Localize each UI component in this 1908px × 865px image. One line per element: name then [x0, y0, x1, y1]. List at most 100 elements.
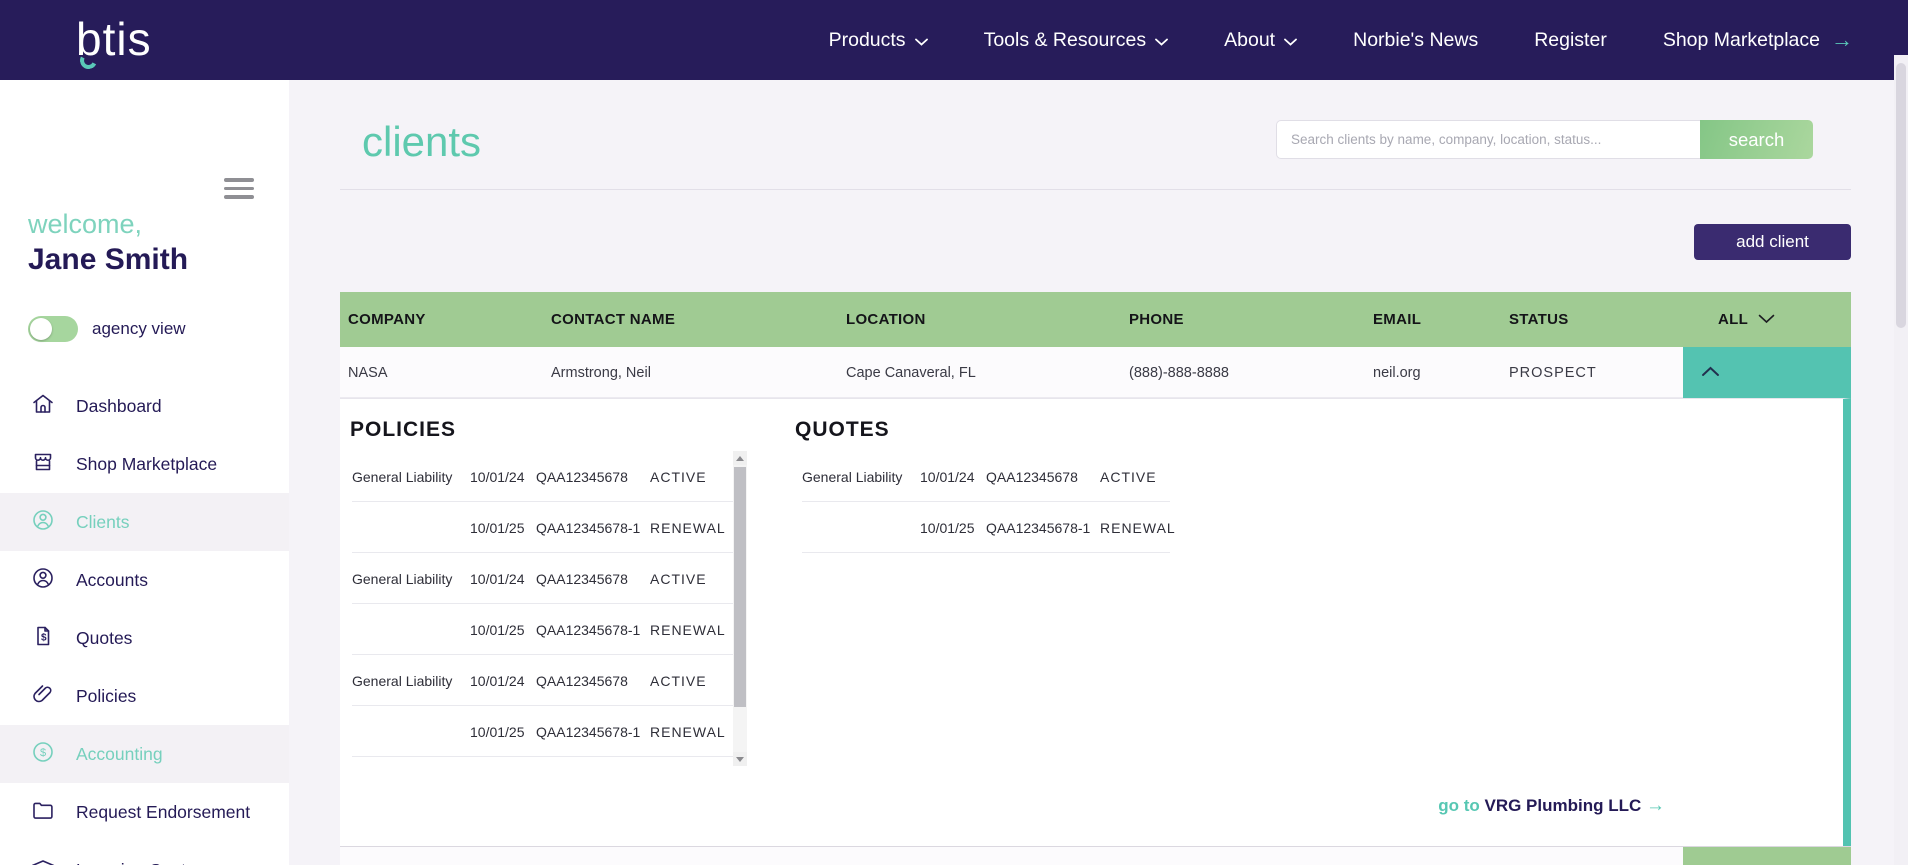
app-window: btis Products Tools & Resources About — [0, 0, 1908, 865]
quote-document-icon: $ — [30, 623, 56, 654]
scroll-up-arrow[interactable] — [733, 451, 747, 465]
user-name: Jane Smith — [28, 242, 188, 278]
col-header-location: LOCATION — [846, 292, 926, 347]
paperclip-icon — [30, 681, 56, 712]
policy-status: RENEWAL — [650, 706, 726, 757]
chevron-down-icon — [1155, 35, 1168, 46]
email-cell: neil.org — [1373, 347, 1421, 398]
home-icon — [30, 391, 56, 422]
col-header-company: COMPANY — [348, 292, 426, 347]
chevron-down-icon — [915, 35, 928, 46]
table-header-row: COMPANY CONTACT NAME LOCATION PHONE EMAI… — [340, 292, 1851, 347]
nav-item-products[interactable]: Products — [829, 29, 928, 52]
sidebar-item-request-endorsement[interactable]: Request Endorsement — [0, 783, 289, 841]
company-link[interactable]: NASA — [348, 847, 388, 865]
col-header-phone: PHONE — [1129, 292, 1184, 347]
welcome-text: welcome, — [28, 208, 188, 240]
company-link[interactable]: NASA — [348, 347, 388, 398]
nav-item-register[interactable]: Register — [1534, 29, 1607, 52]
policy-row: 10/01/25 QAA12345678-1 RENEWAL — [352, 706, 733, 757]
chevron-down-icon — [1758, 311, 1775, 328]
col-header-status: STATUS — [1509, 292, 1569, 347]
client-detail-panel: POLICIES General Liability 10/01/24 QAA1… — [340, 398, 1851, 846]
sidebar: welcome, Jane Smith agency view Dashboar… — [0, 80, 289, 865]
table-row: NASA Armstrong, Neil Cape Canaveral, FL … — [340, 347, 1851, 398]
sidebar-item-accounting[interactable]: $ Accounting — [0, 725, 289, 783]
hamburger-menu-icon[interactable] — [224, 178, 254, 204]
agency-view-toggle[interactable] — [28, 316, 78, 342]
expand-row-button[interactable] — [1683, 847, 1851, 865]
dollar-circle-icon: $ — [30, 739, 56, 770]
policies-scrollbar[interactable] — [733, 451, 747, 766]
quotes-section-title: QUOTES — [795, 418, 890, 442]
arrow-right-icon: → — [1646, 795, 1665, 816]
chevron-up-icon — [1701, 364, 1720, 382]
location-cell: Cape Canaveral, FL — [846, 347, 976, 398]
agency-view-row: agency view — [28, 316, 186, 342]
policies-section-title: POLICIES — [350, 418, 456, 442]
search-button[interactable]: search — [1700, 120, 1813, 159]
folder-icon — [30, 797, 56, 828]
person-circle-icon — [30, 565, 56, 596]
policy-status: RENEWAL — [650, 502, 726, 553]
toggle-knob — [30, 318, 52, 340]
scroll-down-arrow[interactable] — [733, 752, 747, 766]
table-row: NASA Armstrong, Neil Cape Canaveral, FL … — [340, 847, 1851, 865]
storefront-icon — [30, 449, 56, 480]
status-badge: PROSPECT — [1509, 347, 1597, 398]
policy-row: 10/01/25 QAA12345678-1 RENEWAL — [352, 604, 733, 655]
phone-cell: (888)-888-8888 — [1129, 847, 1229, 865]
welcome-block: welcome, Jane Smith — [28, 208, 188, 278]
nav-item-tools-resources[interactable]: Tools & Resources — [984, 29, 1169, 52]
page-title: clients — [362, 118, 481, 166]
goto-client-link[interactable]: go to VRG Plumbing LLC → — [1438, 795, 1665, 817]
contact-cell: Armstrong, Neil — [551, 347, 651, 398]
contact-cell: Armstrong, Neil — [551, 847, 651, 865]
chevron-down-icon — [1284, 35, 1297, 46]
quotes-list: General Liability 10/01/24 QAA12345678 A… — [802, 451, 1170, 553]
clients-table-continued: NASA Armstrong, Neil Cape Canaveral, FL … — [340, 846, 1851, 865]
policy-row: 10/01/25 QAA12345678-1 RENEWAL — [352, 502, 733, 553]
add-client-button[interactable]: add client — [1694, 224, 1851, 260]
arrow-right-icon: → — [1831, 27, 1853, 53]
nav-item-shop-marketplace[interactable]: Shop Marketplace → — [1663, 27, 1853, 53]
quote-status: ACTIVE — [1100, 451, 1157, 502]
sidebar-item-dashboard[interactable]: Dashboard — [0, 377, 289, 435]
nav-item-norbies-news[interactable]: Norbie's News — [1353, 29, 1478, 52]
phone-cell: (888)-888-8888 — [1129, 347, 1229, 398]
client-search: search — [1276, 120, 1813, 159]
page-scrollbar-thumb[interactable] — [1896, 63, 1906, 328]
sidebar-item-quotes[interactable]: $ Quotes — [0, 609, 289, 667]
quote-row: 10/01/25 QAA12345678-1 RENEWAL — [802, 502, 1170, 553]
quote-status: RENEWAL — [1100, 502, 1176, 553]
col-header-email: EMAIL — [1373, 292, 1421, 347]
sidebar-item-accounts[interactable]: Accounts — [0, 551, 289, 609]
location-cell: Cape Canaveral, FL — [846, 847, 976, 865]
status-filter-dropdown[interactable]: ALL — [1683, 292, 1851, 347]
policy-status: ACTIVE — [650, 451, 707, 502]
agency-view-label: agency view — [92, 319, 186, 339]
sidebar-item-policies[interactable]: Policies — [0, 667, 289, 725]
policy-row: General Liability 10/01/24 QAA12345678 A… — [352, 553, 733, 604]
sidebar-menu: Dashboard Shop Marketplace Clients Accou… — [0, 377, 289, 865]
policy-status: ACTIVE — [650, 553, 707, 604]
search-input[interactable] — [1276, 120, 1700, 159]
sidebar-item-learning-center[interactable]: Learning Center — [0, 841, 289, 865]
nav-item-about[interactable]: About — [1224, 29, 1297, 52]
policies-scrollbar-thumb[interactable] — [734, 467, 746, 707]
person-circle-icon — [30, 507, 56, 538]
svg-text:$: $ — [40, 747, 46, 759]
nav-menu: Products Tools & Resources About Norbie'… — [829, 0, 1853, 80]
sidebar-item-clients[interactable]: Clients — [0, 493, 289, 551]
clients-table: COMPANY CONTACT NAME LOCATION PHONE EMAI… — [340, 292, 1851, 398]
svg-text:$: $ — [41, 632, 47, 643]
page-scrollbar[interactable] — [1894, 55, 1908, 865]
header-divider — [340, 189, 1851, 190]
main-content: clients search add client COMPANY CONTAC… — [289, 80, 1908, 865]
policies-list: General Liability 10/01/24 QAA12345678 A… — [352, 451, 733, 757]
sidebar-item-shop-marketplace[interactable]: Shop Marketplace — [0, 435, 289, 493]
policy-status: ACTIVE — [650, 655, 707, 706]
collapse-row-button[interactable] — [1683, 347, 1851, 398]
top-nav: btis Products Tools & Resources About — [0, 0, 1908, 80]
email-cell: neil.org — [1373, 847, 1421, 865]
